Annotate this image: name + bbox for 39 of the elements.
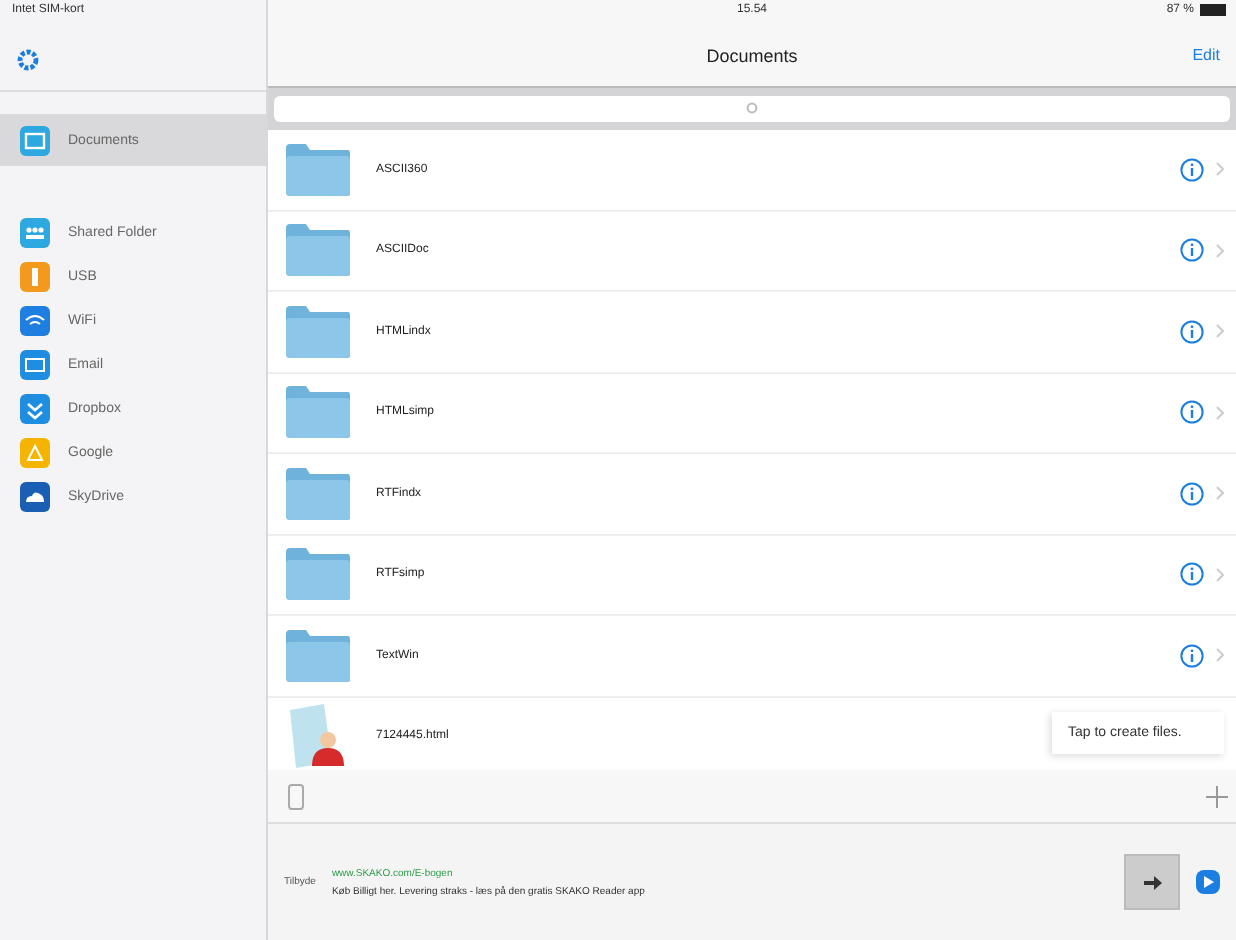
chevron-icon [1216,486,1224,501]
folder-icon [284,548,352,601]
info-icon[interactable] [1180,481,1204,506]
info-icon[interactable] [1180,238,1204,263]
arrow-icon [1143,875,1161,889]
nav-title: Documents [706,46,798,66]
chevron-icon [1216,648,1224,663]
search-field[interactable] [274,96,1230,122]
chevrons-icon [20,393,50,423]
arrow-button[interactable] [1124,854,1180,910]
folder-icon [284,305,352,358]
chevron-icon [1216,162,1224,177]
folder-icon [284,467,352,520]
wifi-icon [20,305,50,335]
ad-choices-icon[interactable] [1196,870,1220,894]
folder-icon [284,629,352,682]
search-icon [745,102,759,116]
info-icon[interactable] [1180,400,1204,425]
folder-icon [20,125,50,155]
envelope-icon [20,349,50,379]
battery-icon [1200,4,1228,16]
usb-icon [20,261,50,291]
folder-icon [284,143,352,196]
chevron-icon [1216,405,1224,420]
folder-icon [284,386,352,439]
edit-button[interactable]: Edit [1188,42,1224,68]
info-icon[interactable] [1180,157,1204,182]
shared-folder-icon [20,217,50,247]
phone-icon[interactable] [288,783,304,809]
info-icon[interactable] [1180,562,1204,587]
chevron-icon [1216,243,1224,258]
plus-icon[interactable] [1206,785,1228,807]
folder-icon [284,224,352,277]
chevron-icon [1216,567,1224,582]
info-icon[interactable] [1180,319,1204,344]
cloud-icon [20,481,50,511]
info-icon[interactable] [1180,643,1204,668]
chevron-icon [1216,324,1224,339]
settings-icon[interactable] [16,48,40,72]
